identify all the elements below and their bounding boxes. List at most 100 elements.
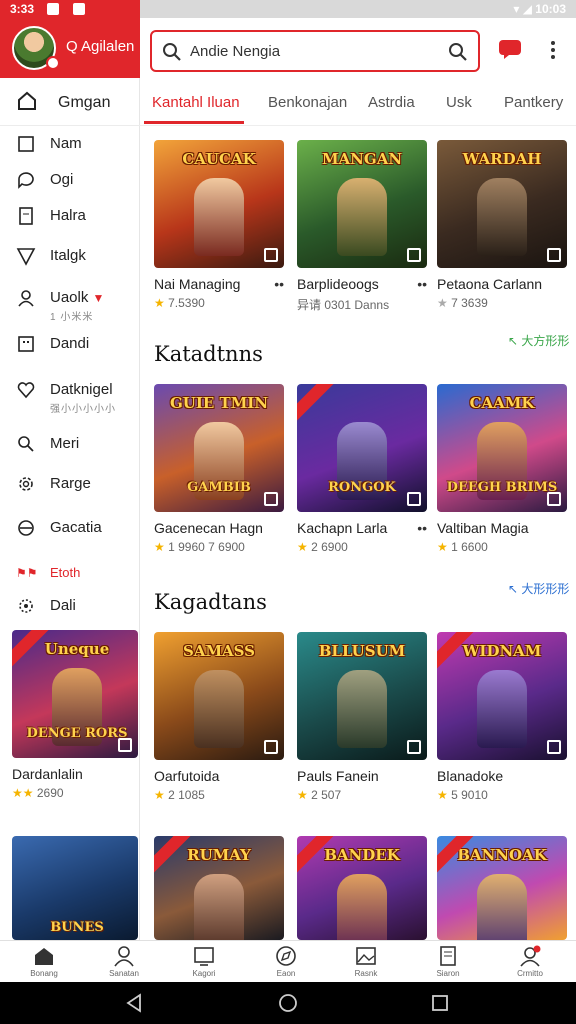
share-icon[interactable] xyxy=(547,740,561,754)
nav-item-eaon[interactable]: Eaon xyxy=(256,945,316,983)
more-icon[interactable]: •• xyxy=(417,276,427,292)
share-icon[interactable] xyxy=(407,492,421,506)
star-icon: ★ xyxy=(297,540,308,554)
nav-item-bonang[interactable]: Bonang xyxy=(14,945,74,983)
sidebar-item-datknigel[interactable]: Datknigel 强小小小小小 xyxy=(0,376,140,420)
back-icon[interactable] xyxy=(124,993,144,1013)
game-rating: ★ 1 6600 xyxy=(437,540,488,554)
document-icon xyxy=(19,207,33,225)
sidebar-item-dandi[interactable]: Dandi xyxy=(0,330,140,360)
game-thumbnail[interactable]: WIDNAM xyxy=(437,632,567,760)
share-icon[interactable] xyxy=(547,492,561,506)
game-thumbnail[interactable]: BUNES xyxy=(12,836,138,940)
sidebar-item-etoth[interactable]: ⚑⚑ Etoth xyxy=(0,560,140,582)
sidebar-item-gacatia[interactable]: Gacatia xyxy=(0,514,140,544)
section-title: Katadtnns xyxy=(154,342,263,366)
sidebar-item-home[interactable]: Gmgan xyxy=(0,78,140,126)
signal-icon: ◢ xyxy=(522,2,532,16)
sidebar-username[interactable]: Q Agilalen xyxy=(66,38,134,55)
rating-value: 2 1085 xyxy=(168,788,205,802)
section-title: Kagadtans xyxy=(154,590,267,614)
game-thumbnail[interactable]: BLLUSUM xyxy=(297,632,427,760)
section-see-more-link[interactable]: ↖ 大形形形 xyxy=(508,580,569,597)
hero-figure xyxy=(477,670,527,748)
game-thumbnail[interactable]: GUIE TMIN GAMBIB xyxy=(154,384,284,512)
nav-item-crmitto[interactable]: Crmitto xyxy=(500,945,560,983)
sidebar-item-italgk[interactable]: Italgk xyxy=(0,242,140,272)
more-options-icon[interactable] xyxy=(546,38,560,62)
nav-item-rasnk[interactable]: Rasnk xyxy=(336,945,396,983)
share-icon[interactable] xyxy=(118,738,132,752)
search-submit-icon[interactable] xyxy=(448,42,468,62)
game-logo-subtext: BUNES xyxy=(50,920,104,935)
share-icon[interactable] xyxy=(264,492,278,506)
home-icon xyxy=(35,948,53,965)
status-bar: 3:33 ▾ ◢ 10:03 xyxy=(0,0,576,18)
share-icon[interactable] xyxy=(407,248,421,262)
game-thumbnail[interactable]: Uneque DENGE RORS xyxy=(12,630,138,758)
game-rating: ★ 2 6900 xyxy=(297,540,348,554)
game-logo-text: SAMASS xyxy=(182,642,256,660)
game-name: Petaona Carlann xyxy=(437,276,543,292)
game-thumbnail[interactable]: SAMASS xyxy=(154,632,284,760)
share-icon[interactable] xyxy=(547,248,561,262)
nav-item-kagori[interactable]: Kagori xyxy=(174,945,234,983)
game-thumbnail[interactable]: WARDAH xyxy=(437,140,567,268)
search-bar[interactable] xyxy=(150,30,480,72)
home-icon xyxy=(18,91,36,110)
sidebar-item-label: Ogi xyxy=(50,171,74,188)
sidebar-item-dali[interactable]: Dali xyxy=(0,592,140,622)
game-thumbnail[interactable]: BANDEK xyxy=(297,836,427,940)
system-navigation-bar xyxy=(0,982,576,1024)
sidebar-item-ogi[interactable]: Ogi xyxy=(0,166,140,196)
tab-pantkery[interactable]: Pantkery xyxy=(504,94,563,111)
rating-value: 2 507 xyxy=(311,788,342,802)
search-input[interactable] xyxy=(190,40,430,62)
more-icon[interactable]: •• xyxy=(417,520,427,536)
game-thumbnail[interactable]: MANGAN xyxy=(297,140,427,268)
sidebar-item-uaolk[interactable]: Uaolk ▼ 1 小米米 xyxy=(0,284,140,328)
game-name: Gacenecan Hagn xyxy=(154,520,263,536)
share-icon[interactable] xyxy=(264,740,278,754)
game-thumbnail[interactable]: RUMAY xyxy=(154,836,284,940)
sidebar-item-halra[interactable]: Halra xyxy=(0,202,140,232)
game-thumbnail[interactable]: CAAMK DEEGH BRIMS xyxy=(437,384,567,512)
sidebar-item-label: Dali xyxy=(50,597,76,614)
game-thumbnail[interactable]: CAUCAK xyxy=(154,140,284,268)
section-see-more-link[interactable]: ↖ 大方形形 xyxy=(508,332,569,349)
tab-kantahl-iluan[interactable]: Kantahl Iluan xyxy=(152,94,240,111)
status-bar-left: 3:33 xyxy=(0,0,140,18)
nav-item-siaron[interactable]: Siaron xyxy=(418,945,478,983)
share-icon[interactable] xyxy=(407,740,421,754)
recents-icon[interactable] xyxy=(430,993,450,1013)
tab-benkonajan[interactable]: Benkonajan xyxy=(268,94,347,111)
rating-value: 5 9010 xyxy=(451,788,488,802)
sidebar-item-label: Gacatia xyxy=(50,519,102,536)
rating-value: 2 6900 xyxy=(311,540,348,554)
tab-usk[interactable]: Usk xyxy=(446,94,472,111)
game-thumbnail[interactable]: RONGOK xyxy=(297,384,427,512)
hero-figure xyxy=(337,670,387,748)
game-rating: ★★ 2690 xyxy=(12,786,64,800)
sidebar-item-meri[interactable]: Meri xyxy=(0,430,140,460)
tab-astrdia[interactable]: Astrdia xyxy=(368,94,415,111)
notification-icon xyxy=(47,3,60,15)
share-icon[interactable] xyxy=(264,248,278,262)
rating-value: 1 9960 7 6900 xyxy=(168,540,245,554)
game-rating: ★ 2 1085 xyxy=(154,788,205,802)
avatar-status-badge xyxy=(46,56,60,70)
sidebar-item-rarge[interactable]: Rarge xyxy=(0,470,140,500)
star-icon: ★ xyxy=(297,788,308,802)
message-icon[interactable] xyxy=(498,38,522,60)
sidebar-item-nam[interactable]: Nam xyxy=(0,130,140,160)
rating-prefix: 异请 xyxy=(297,298,322,312)
nav-item-sanatan[interactable]: Sanatan xyxy=(94,945,154,983)
sidebar-item-label: Italgk xyxy=(50,247,86,264)
home-button-icon[interactable] xyxy=(278,993,298,1013)
triangle-icon xyxy=(16,248,36,266)
heart-icon xyxy=(17,382,35,399)
person-icon xyxy=(18,290,34,307)
search-icon[interactable] xyxy=(162,42,182,62)
game-thumbnail[interactable]: BANNOAK xyxy=(437,836,567,940)
more-icon[interactable]: •• xyxy=(274,276,284,292)
